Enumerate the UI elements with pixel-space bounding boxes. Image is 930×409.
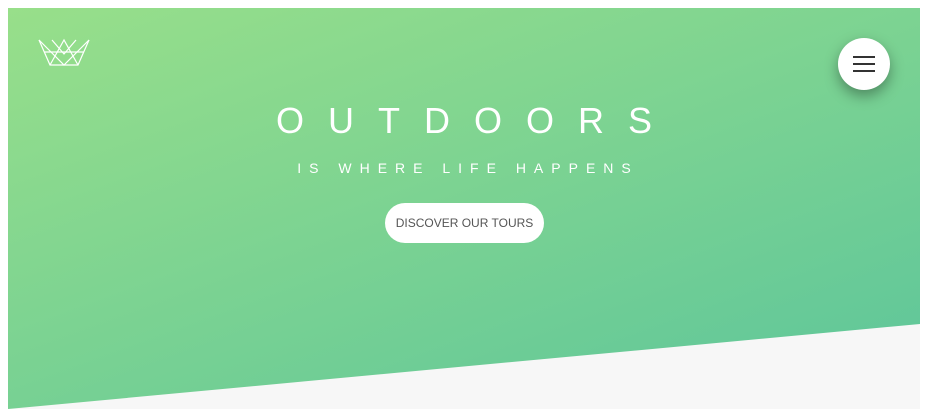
hero-title: OUTDOORS xyxy=(275,100,676,141)
hero-section: OUTDOORS IS WHERE LIFE HAPPENS DISCOVER … xyxy=(8,8,920,409)
page-frame: OUTDOORS IS WHERE LIFE HAPPENS DISCOVER … xyxy=(8,8,920,409)
crown-logo-icon[interactable] xyxy=(38,38,90,66)
menu-line-icon xyxy=(853,63,875,65)
menu-line-icon xyxy=(853,56,875,58)
hero-subtitle: IS WHERE LIFE HAPPENS xyxy=(297,160,639,176)
menu-line-icon xyxy=(853,70,875,72)
discover-tours-button[interactable]: DISCOVER OUR TOURS xyxy=(385,203,544,243)
hamburger-menu-button[interactable] xyxy=(838,38,890,90)
